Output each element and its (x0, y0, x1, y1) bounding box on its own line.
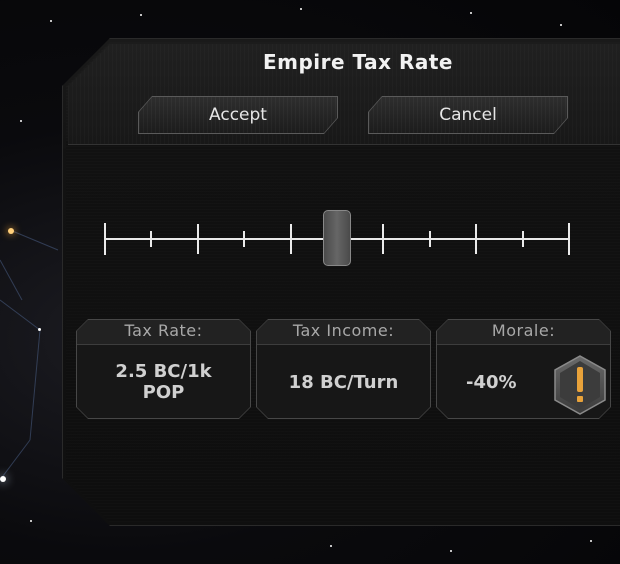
dialog-title: Empire Tax Rate (262, 50, 453, 74)
star (300, 8, 302, 10)
star (0, 476, 6, 482)
star (30, 520, 32, 522)
tax-rate-card: Tax Rate: 2.5 BC/1k POP (76, 319, 251, 419)
star (140, 14, 142, 16)
star (50, 20, 52, 22)
star (38, 328, 41, 331)
slider-tick (243, 231, 246, 247)
tax-rate-label: Tax Rate: (124, 321, 203, 340)
slider-tick (150, 231, 153, 247)
slider-tick (568, 223, 570, 255)
cancel-button[interactable]: Cancel (368, 96, 568, 134)
accept-button-label: Accept (209, 105, 267, 125)
star (560, 24, 562, 26)
star (470, 12, 472, 14)
star (330, 545, 332, 547)
star (590, 540, 592, 542)
slider-tick (196, 224, 199, 254)
header-divider (68, 144, 620, 145)
star (450, 550, 452, 552)
slider-tick (382, 224, 385, 254)
slider-tick (289, 224, 292, 254)
slider-tick (475, 224, 478, 254)
slider-tick (104, 223, 106, 255)
cancel-button-label: Cancel (439, 105, 497, 125)
slider-tick (428, 231, 431, 247)
tax-rate-value-line2: POP (142, 382, 185, 403)
slider-tick (521, 231, 524, 247)
tax-income-value: 18 BC/Turn (288, 371, 399, 393)
tax-rate-value: 2.5 BC/1k POP (76, 345, 251, 419)
accept-button[interactable]: Accept (138, 96, 338, 134)
star (8, 228, 14, 234)
star (20, 120, 22, 122)
morale-card: Morale: -40% (436, 319, 611, 419)
tax-rate-value-line1: 2.5 BC/1k (115, 361, 212, 382)
tax-rate-slider-handle[interactable] (323, 210, 351, 266)
warning-exclamation-icon (554, 355, 606, 415)
tax-income-card: Tax Income: 18 BC/Turn (256, 319, 431, 419)
morale-label: Morale: (491, 321, 556, 340)
tax-income-label: Tax Income: (292, 321, 395, 340)
morale-value: -40% (466, 371, 517, 393)
